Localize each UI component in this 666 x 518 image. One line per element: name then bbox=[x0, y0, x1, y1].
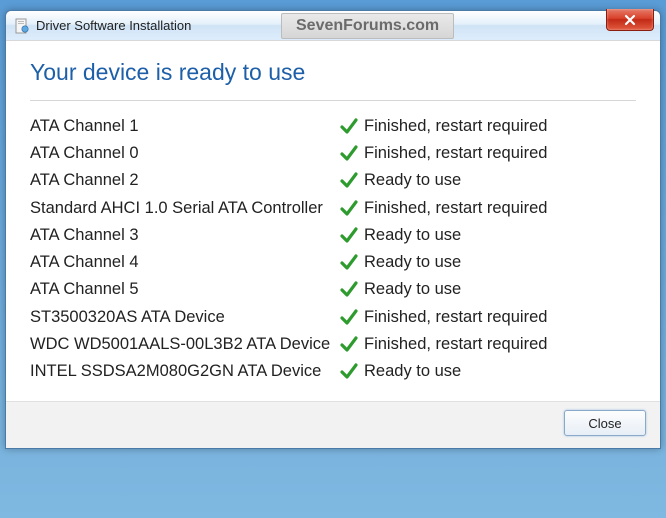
device-name: ATA Channel 3 bbox=[30, 222, 340, 249]
dialog-content: Your device is ready to use ATA Channel … bbox=[6, 41, 660, 401]
device-row: ATA Channel 4 Ready to use bbox=[30, 249, 636, 276]
device-status: Finished, restart required bbox=[364, 113, 547, 140]
close-button[interactable]: Close bbox=[564, 410, 646, 436]
device-name: ST3500320AS ATA Device bbox=[30, 304, 340, 331]
installer-icon bbox=[14, 18, 30, 34]
check-icon bbox=[340, 335, 358, 353]
device-status: Ready to use bbox=[364, 276, 461, 303]
device-status-cell: Ready to use bbox=[340, 358, 461, 385]
dialog-footer: Close bbox=[6, 401, 660, 448]
device-status-cell: Finished, restart required bbox=[340, 331, 547, 358]
device-name: ATA Channel 5 bbox=[30, 276, 340, 303]
page-title: Your device is ready to use bbox=[30, 59, 636, 86]
device-name: Standard AHCI 1.0 Serial ATA Controller bbox=[30, 195, 340, 222]
device-row: WDC WD5001AALS-00L3B2 ATA Device Finishe… bbox=[30, 331, 636, 358]
check-icon bbox=[340, 199, 358, 217]
check-icon bbox=[340, 362, 358, 380]
device-status: Finished, restart required bbox=[364, 331, 547, 358]
window-title: Driver Software Installation bbox=[36, 18, 191, 33]
device-status-cell: Ready to use bbox=[340, 222, 461, 249]
check-icon bbox=[340, 308, 358, 326]
device-status: Ready to use bbox=[364, 249, 461, 276]
check-icon bbox=[340, 144, 358, 162]
device-status: Ready to use bbox=[364, 167, 461, 194]
device-status: Finished, restart required bbox=[364, 304, 547, 331]
device-row: ATA Channel 1 Finished, restart required bbox=[30, 113, 636, 140]
device-name: ATA Channel 0 bbox=[30, 140, 340, 167]
window-close-button[interactable] bbox=[606, 9, 654, 31]
device-row: ST3500320AS ATA Device Finished, restart… bbox=[30, 304, 636, 331]
device-status-cell: Finished, restart required bbox=[340, 113, 547, 140]
check-icon bbox=[340, 117, 358, 135]
titlebar[interactable]: Driver Software Installation SevenForums… bbox=[6, 11, 660, 41]
device-status-cell: Finished, restart required bbox=[340, 140, 547, 167]
device-name: WDC WD5001AALS-00L3B2 ATA Device bbox=[30, 331, 340, 358]
device-name: INTEL SSDSA2M080G2GN ATA Device bbox=[30, 358, 340, 385]
device-name: ATA Channel 2 bbox=[30, 167, 340, 194]
device-status-cell: Ready to use bbox=[340, 167, 461, 194]
device-status-cell: Finished, restart required bbox=[340, 304, 547, 331]
device-row: ATA Channel 2 Ready to use bbox=[30, 167, 636, 194]
device-list: ATA Channel 1 Finished, restart required… bbox=[30, 113, 636, 385]
device-status-cell: Finished, restart required bbox=[340, 195, 547, 222]
check-icon bbox=[340, 253, 358, 271]
device-row: ATA Channel 3 Ready to use bbox=[30, 222, 636, 249]
check-icon bbox=[340, 280, 358, 298]
device-status: Ready to use bbox=[364, 358, 461, 385]
device-status: Finished, restart required bbox=[364, 140, 547, 167]
dialog-window: Driver Software Installation SevenForums… bbox=[5, 10, 661, 449]
close-icon bbox=[623, 14, 637, 26]
check-icon bbox=[340, 171, 358, 189]
device-row: Standard AHCI 1.0 Serial ATA Controller … bbox=[30, 195, 636, 222]
device-row: ATA Channel 0 Finished, restart required bbox=[30, 140, 636, 167]
device-status: Finished, restart required bbox=[364, 195, 547, 222]
device-name: ATA Channel 1 bbox=[30, 113, 340, 140]
device-name: ATA Channel 4 bbox=[30, 249, 340, 276]
divider bbox=[30, 100, 636, 101]
device-status: Ready to use bbox=[364, 222, 461, 249]
device-row: INTEL SSDSA2M080G2GN ATA Device Ready to… bbox=[30, 358, 636, 385]
device-status-cell: Ready to use bbox=[340, 249, 461, 276]
device-row: ATA Channel 5 Ready to use bbox=[30, 276, 636, 303]
check-icon bbox=[340, 226, 358, 244]
device-status-cell: Ready to use bbox=[340, 276, 461, 303]
watermark: SevenForums.com bbox=[281, 13, 454, 39]
